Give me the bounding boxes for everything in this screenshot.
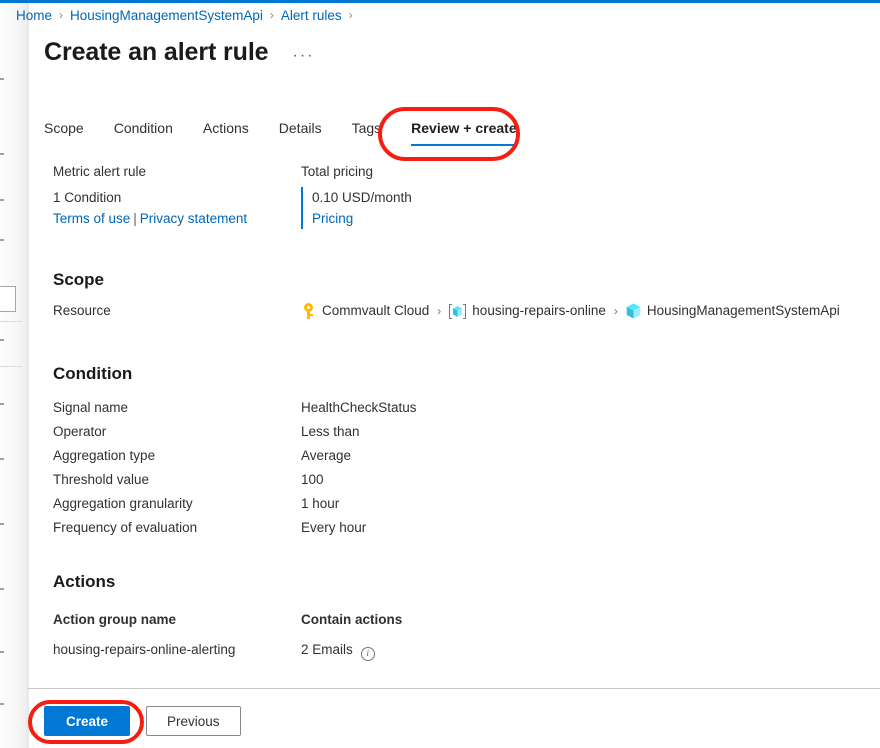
app-service-cube-icon [626,303,641,319]
info-icon[interactable]: i [360,646,375,661]
condition-row-aggregation-type: Aggregation type Average [53,444,843,468]
breadcrumb-item-home[interactable]: Home [16,8,52,23]
background-blade-tick [0,199,4,201]
actions-table-row: housing-repairs-online-alerting 2 Emails… [53,638,843,662]
links-separator: | [133,211,137,226]
condition-row-operator: Operator Less than [53,420,843,444]
azure-portal-screen: Home › HousingManagementSystemApi › Aler… [0,0,880,748]
background-blade-box [0,286,16,312]
contain-actions-text: 2 Emails [301,642,353,657]
more-options-icon[interactable]: ··· [289,46,319,66]
pricing-amount: 0.10 USD/month [312,190,412,205]
pricing-link[interactable]: Pricing [312,208,601,229]
resource-path-resource[interactable]: HousingManagementSystemApi [626,299,840,323]
create-button[interactable]: Create [44,706,130,736]
breadcrumb-separator-icon: › [269,8,274,22]
legal-links: Terms of use | Privacy statement [53,208,293,229]
resource-path-subscription-label: Commvault Cloud [322,303,430,318]
condition-value: Average [301,448,352,463]
wizard-tabs: Scope Condition Actions Details Tags Rev… [44,118,518,154]
total-pricing-label: Total pricing [301,164,374,179]
condition-row-threshold-value: Threshold value 100 [53,468,843,492]
condition-key: Threshold value [53,472,150,487]
background-blade-tick [0,403,4,405]
condition-row-frequency-of-evaluation: Frequency of evaluation Every hour [53,516,843,540]
background-blade-tick [0,651,4,653]
key-icon [301,303,316,319]
tab-review-create[interactable]: Review + create [411,118,518,146]
resource-path-resource-group[interactable]: housing-repairs-online [449,299,606,323]
tab-details[interactable]: Details [279,118,322,146]
footer-actions: Create Previous [44,706,241,736]
actions-col-contain-actions: Contain actions [301,612,403,627]
resource-value: Commvault Cloud › housing-repairs-online [301,299,840,323]
background-blade-tick [0,239,4,241]
background-blade-line [0,321,22,322]
create-alert-rule-blade [28,3,880,748]
tab-condition[interactable]: Condition [114,118,173,146]
actions-header-row: Action group name Contain actions [53,608,843,632]
tab-tags[interactable]: Tags [352,118,382,146]
breadcrumb-separator-icon: › [348,8,353,22]
condition-value: 100 [301,472,324,487]
resource-path: Commvault Cloud › housing-repairs-online [301,299,840,323]
condition-key: Frequency of evaluation [53,520,198,535]
actions-heading: Actions [53,572,116,591]
resource-label: Resource [53,303,111,318]
condition-key: Signal name [53,400,129,415]
actions-col-group-name: Action group name [53,612,177,627]
breadcrumb-separator-icon: › [59,8,64,22]
page-header: Create an alert rule ··· [44,38,318,67]
rule-type-column: Metric alert rule 1 Condition Terms of u… [53,164,293,229]
pricing-column: Total pricing 0.10 USD/month Pricing [301,164,601,229]
resource-path-separator-icon: › [437,304,442,318]
condition-count: 1 Condition [53,190,122,205]
condition-value: Less than [301,424,360,439]
condition-heading: Condition [53,364,133,383]
resource-path-separator-icon: › [613,304,618,318]
breadcrumb-item-resource[interactable]: HousingManagementSystemApi [70,8,263,23]
condition-key: Operator [53,424,107,439]
resource-path-subscription[interactable]: Commvault Cloud [301,299,429,323]
condition-row-signal-name: Signal name HealthCheckStatus [53,396,843,420]
footer-divider [28,688,880,689]
resource-path-resource-label: HousingManagementSystemApi [646,303,840,318]
scope-resource-row: Resource Commvault Cloud › housing-repai… [53,299,843,323]
action-group-name-value: housing-repairs-online-alerting [53,642,236,657]
previous-button[interactable]: Previous [146,706,241,736]
background-blade-tick [0,703,4,705]
condition-value: HealthCheckStatus [301,400,417,415]
rule-type-body: 1 Condition Terms of use | Privacy stateme… [53,187,293,229]
breadcrumb: Home › HousingManagementSystemApi › Aler… [0,0,880,30]
scope-heading: Scope [53,270,105,289]
background-blade-tick [0,523,4,525]
condition-key: Aggregation type [53,448,156,463]
background-blade-tick [0,339,4,341]
condition-row-aggregation-granularity: Aggregation granularity 1 hour [53,492,843,516]
condition-value: 1 hour [301,496,340,511]
resource-path-resource-group-label: housing-repairs-online [472,303,606,318]
tab-scope[interactable]: Scope [44,118,84,146]
condition-key: Aggregation granularity [53,496,193,511]
terms-of-use-link[interactable]: Terms of use [53,211,130,226]
breadcrumb-item-alert-rules[interactable]: Alert rules [281,8,342,23]
contain-actions-value: 2 Emails i [301,638,375,662]
tab-actions[interactable]: Actions [203,118,249,146]
condition-value: Every hour [301,520,367,535]
background-blade-line [0,366,22,367]
background-blade-tick [0,153,4,155]
privacy-statement-link[interactable]: Privacy statement [140,211,247,226]
pricing-body: 0.10 USD/month Pricing [301,187,601,229]
page-title: Create an alert rule [44,38,269,66]
rule-type-label: Metric alert rule [53,164,147,179]
background-blade-tick [0,588,4,590]
background-blade-tick [0,458,4,460]
background-blade-tick [0,78,4,80]
background-blade-edge [0,3,28,748]
resource-group-icon [449,303,467,319]
